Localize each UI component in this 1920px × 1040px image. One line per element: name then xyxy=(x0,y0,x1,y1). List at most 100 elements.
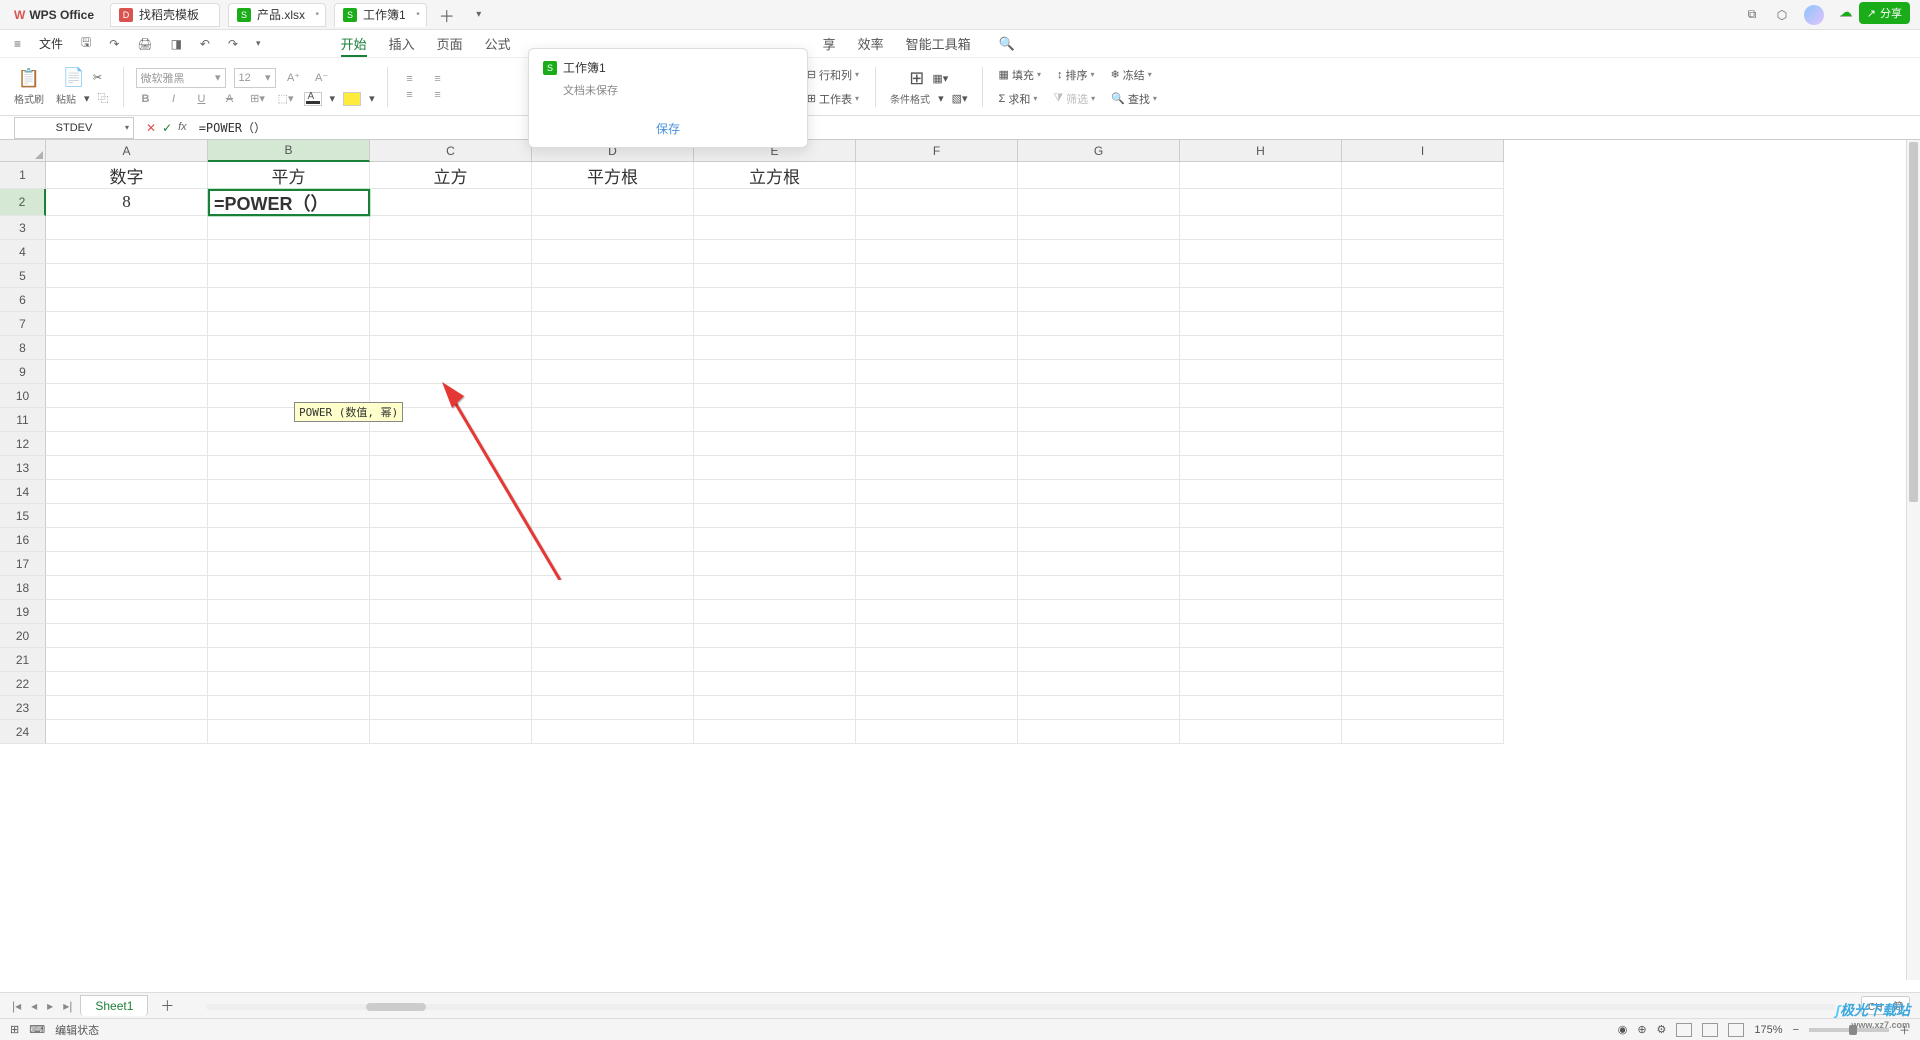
cell-I24[interactable] xyxy=(1342,720,1504,744)
cell-H13[interactable] xyxy=(1180,456,1342,480)
cell-I15[interactable] xyxy=(1342,504,1504,528)
align-top-icon[interactable]: ≡ xyxy=(400,73,420,85)
cell-A12[interactable] xyxy=(46,432,208,456)
row-header[interactable]: 9 xyxy=(0,360,46,384)
cell-G7[interactable] xyxy=(1018,312,1180,336)
cube-icon[interactable]: ⬡ xyxy=(1774,7,1790,23)
hscroll-thumb[interactable] xyxy=(366,1003,426,1011)
rowcol-button[interactable]: ⊟行和列▾ xyxy=(803,65,863,85)
cell-G6[interactable] xyxy=(1018,288,1180,312)
cell-E20[interactable] xyxy=(694,624,856,648)
row-header[interactable]: 19 xyxy=(0,600,46,624)
scissors-icon[interactable]: ✂ xyxy=(93,71,102,84)
cell-G9[interactable] xyxy=(1018,360,1180,384)
bold-button[interactable]: B xyxy=(136,93,156,105)
cell-E10[interactable] xyxy=(694,384,856,408)
doctab-template[interactable]: D 找稻壳模板 xyxy=(110,3,220,27)
cell-D13[interactable] xyxy=(532,456,694,480)
cell-B22[interactable] xyxy=(208,672,370,696)
cell-I4[interactable] xyxy=(1342,240,1504,264)
row-header[interactable]: 12 xyxy=(0,432,46,456)
cell-A9[interactable] xyxy=(46,360,208,384)
cell-H7[interactable] xyxy=(1180,312,1342,336)
formula-accept-icon[interactable]: ✓ xyxy=(162,121,172,135)
cell-G13[interactable] xyxy=(1018,456,1180,480)
cell-I12[interactable] xyxy=(1342,432,1504,456)
cell-D17[interactable] xyxy=(532,552,694,576)
cell-I13[interactable] xyxy=(1342,456,1504,480)
cell-C8[interactable] xyxy=(370,336,532,360)
select-all-corner[interactable] xyxy=(0,140,46,162)
cell-F14[interactable] xyxy=(856,480,1018,504)
cell-A17[interactable] xyxy=(46,552,208,576)
cell-C23[interactable] xyxy=(370,696,532,720)
cloud-icon[interactable]: ☁ xyxy=(1840,5,1852,19)
cell-D24[interactable] xyxy=(532,720,694,744)
row-header[interactable]: 23 xyxy=(0,696,46,720)
cell-E5[interactable] xyxy=(694,264,856,288)
row-header[interactable]: 15 xyxy=(0,504,46,528)
cell-A22[interactable] xyxy=(46,672,208,696)
font-size-select[interactable]: 12▾ xyxy=(234,68,276,88)
font-color-button[interactable] xyxy=(304,92,322,106)
cell-A3[interactable] xyxy=(46,216,208,240)
cell-B2[interactable]: =POWER（） xyxy=(208,189,370,216)
cell-C18[interactable] xyxy=(370,576,532,600)
row-header[interactable]: 2 xyxy=(0,189,46,216)
cell-F23[interactable] xyxy=(856,696,1018,720)
condformat-group[interactable]: ⊞▦▾ 条件格式▾▧▾ xyxy=(888,68,969,106)
gear-icon[interactable]: ⚙ xyxy=(1657,1023,1667,1036)
cell-H22[interactable] xyxy=(1180,672,1342,696)
row-header[interactable]: 11 xyxy=(0,408,46,432)
cell-I23[interactable] xyxy=(1342,696,1504,720)
cell-H24[interactable] xyxy=(1180,720,1342,744)
cell-H15[interactable] xyxy=(1180,504,1342,528)
cell-G22[interactable] xyxy=(1018,672,1180,696)
cell-I14[interactable] xyxy=(1342,480,1504,504)
find-button[interactable]: 🔍查找▾ xyxy=(1107,89,1161,109)
cell-D7[interactable] xyxy=(532,312,694,336)
cell-D22[interactable] xyxy=(532,672,694,696)
cell-B21[interactable] xyxy=(208,648,370,672)
cell-G14[interactable] xyxy=(1018,480,1180,504)
cell-B15[interactable] xyxy=(208,504,370,528)
view-page-icon[interactable] xyxy=(1702,1023,1718,1037)
cell-I2[interactable] xyxy=(1342,189,1504,216)
cell-G18[interactable] xyxy=(1018,576,1180,600)
doctab-product[interactable]: S 产品.xlsx • xyxy=(228,3,326,27)
menu-tab-insert[interactable]: 插入 xyxy=(389,34,415,53)
menu-tab-efficiency[interactable]: 效率 xyxy=(858,34,884,53)
cell-E7[interactable] xyxy=(694,312,856,336)
window-copy-icon[interactable]: ⧉ xyxy=(1744,7,1760,23)
cell-I5[interactable] xyxy=(1342,264,1504,288)
row-header[interactable]: 6 xyxy=(0,288,46,312)
cell-B19[interactable] xyxy=(208,600,370,624)
share-button[interactable]: ↗分享 xyxy=(1859,2,1910,24)
row-header[interactable]: 3 xyxy=(0,216,46,240)
zoom-label[interactable]: 175% xyxy=(1754,1024,1782,1036)
cell-H12[interactable] xyxy=(1180,432,1342,456)
row-header[interactable]: 16 xyxy=(0,528,46,552)
cell-H9[interactable] xyxy=(1180,360,1342,384)
row-header[interactable]: 13 xyxy=(0,456,46,480)
cell-G23[interactable] xyxy=(1018,696,1180,720)
freeze-button[interactable]: ❄冻结▾ xyxy=(1106,65,1155,85)
row-header[interactable]: 21 xyxy=(0,648,46,672)
cell-E1[interactable]: 立方根 xyxy=(694,162,856,189)
cell-E8[interactable] xyxy=(694,336,856,360)
user-avatar[interactable] xyxy=(1804,5,1824,25)
cell-C20[interactable] xyxy=(370,624,532,648)
file-menu[interactable]: 文件 xyxy=(35,35,67,52)
cell-C22[interactable] xyxy=(370,672,532,696)
sheet-prev-icon[interactable]: ◂ xyxy=(29,999,39,1013)
cell-H11[interactable] xyxy=(1180,408,1342,432)
cell-D14[interactable] xyxy=(532,480,694,504)
zoom-out-icon[interactable]: − xyxy=(1793,1024,1799,1036)
sum-button[interactable]: Σ求和▾ xyxy=(995,89,1042,109)
cell-A1[interactable]: 数字 xyxy=(46,162,208,189)
cell-B17[interactable] xyxy=(208,552,370,576)
eye-icon[interactable]: ◉ xyxy=(1618,1023,1628,1036)
cell-A18[interactable] xyxy=(46,576,208,600)
cell-E24[interactable] xyxy=(694,720,856,744)
row-header[interactable]: 22 xyxy=(0,672,46,696)
